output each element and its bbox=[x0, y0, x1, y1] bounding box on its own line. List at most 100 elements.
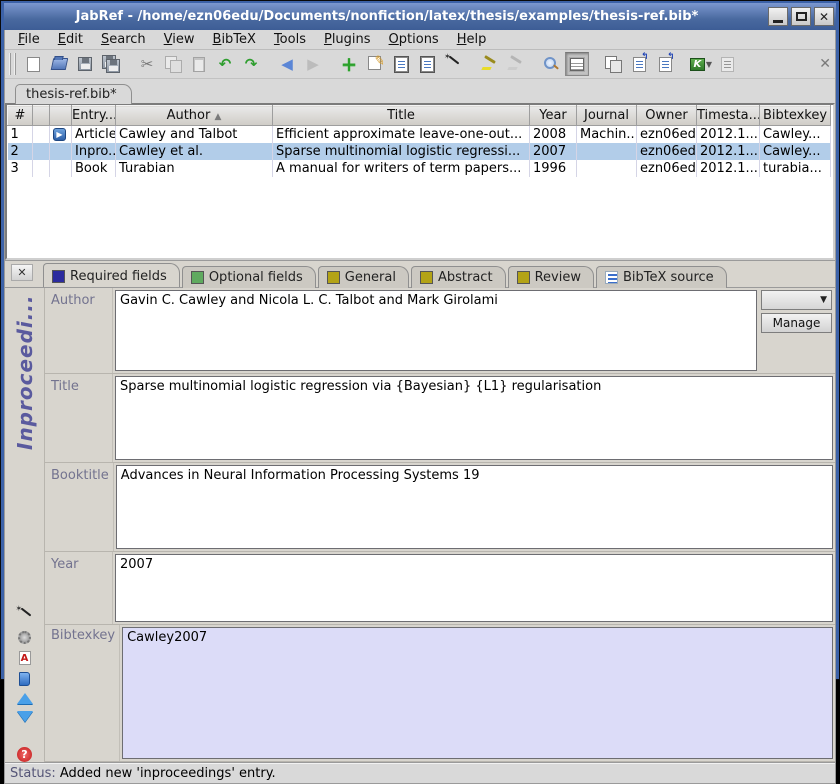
author-dropdown[interactable]: ▼ bbox=[761, 290, 832, 310]
col-title[interactable]: Title bbox=[273, 106, 530, 126]
booktitle-row: Booktitle Advances in Neural Information… bbox=[45, 463, 835, 552]
entry-table-panel[interactable]: # Entry... Author ▲ Title Year Journal O… bbox=[5, 103, 835, 260]
tab-optional-fields[interactable]: Optional fields bbox=[182, 266, 316, 288]
title-label: Title bbox=[45, 374, 113, 462]
col-timestamp[interactable]: Timesta... bbox=[697, 106, 760, 126]
edit-strings-icon[interactable] bbox=[415, 52, 439, 76]
move-down-icon[interactable] bbox=[17, 711, 33, 722]
editor-close-button[interactable]: ✕ bbox=[11, 264, 33, 281]
optional-fields-icon bbox=[191, 271, 204, 284]
col-author[interactable]: Author ▲ bbox=[116, 106, 273, 126]
undo-icon[interactable]: ↶ bbox=[213, 52, 237, 76]
menu-tools[interactable]: Tools bbox=[267, 31, 313, 48]
manage-button[interactable]: Manage bbox=[761, 313, 832, 333]
cleanup-wand-icon[interactable] bbox=[17, 608, 33, 624]
toolbar-close-icon[interactable]: ✕ bbox=[819, 56, 831, 72]
move-up-icon[interactable] bbox=[17, 693, 33, 704]
tab-abstract[interactable]: Abstract bbox=[411, 266, 506, 288]
status-bar: Status: Added new 'inproceedings' entry. bbox=[5, 763, 835, 783]
bibtex-source-icon bbox=[605, 271, 618, 284]
table-row[interactable]: 3 Book Turabian A manual for writers of … bbox=[8, 160, 831, 177]
col-entrytype[interactable]: Entry... bbox=[72, 106, 116, 126]
title-field[interactable]: Sparse multinomial logistic regression v… bbox=[115, 376, 833, 460]
menu-file[interactable]: File bbox=[11, 31, 47, 48]
minimize-icon bbox=[773, 20, 783, 23]
menu-bar: File Edit Search View BibTeX Tools Plugi… bbox=[5, 30, 835, 50]
save-database-icon[interactable] bbox=[73, 52, 97, 76]
toggle-preview-icon[interactable] bbox=[565, 52, 589, 76]
search-icon[interactable] bbox=[539, 52, 563, 76]
tab-required-fields[interactable]: Required fields bbox=[43, 263, 180, 287]
file-tab[interactable]: thesis-ref.bib* bbox=[15, 84, 132, 104]
file-tab-strip: thesis-ref.bib* bbox=[5, 79, 835, 103]
save-all-icon[interactable] bbox=[99, 52, 123, 76]
author-label: Author bbox=[45, 288, 113, 373]
settings-gear-icon[interactable] bbox=[18, 631, 31, 644]
edit-preamble-icon[interactable] bbox=[389, 52, 413, 76]
tab-review[interactable]: Review bbox=[508, 266, 594, 288]
toolbar-grip[interactable] bbox=[9, 53, 16, 75]
menu-search[interactable]: Search bbox=[94, 31, 153, 48]
year-label: Year bbox=[45, 552, 113, 624]
open-database-icon[interactable] bbox=[47, 52, 71, 76]
chevron-down-icon: ▼ bbox=[820, 295, 827, 305]
push-to-doc-2-icon[interactable]: ↰ bbox=[653, 52, 677, 76]
mark-entries-icon[interactable] bbox=[477, 52, 501, 76]
maximize-button[interactable] bbox=[791, 7, 811, 26]
year-field[interactable]: 2007 bbox=[115, 554, 833, 622]
pdf-file-icon[interactable]: A bbox=[19, 651, 31, 665]
bibtexkey-field[interactable]: Cawley2007 bbox=[122, 627, 833, 759]
back-icon[interactable]: ◀ bbox=[275, 52, 299, 76]
redo-icon[interactable]: ↷ bbox=[239, 52, 263, 76]
editor-tab-strip: ✕ Required fields Optional fields Genera… bbox=[5, 261, 835, 287]
cleanup-wand-icon[interactable] bbox=[441, 52, 465, 76]
menu-edit[interactable]: Edit bbox=[51, 31, 90, 48]
col-file[interactable] bbox=[50, 106, 72, 126]
cut-icon[interactable]: ✂ bbox=[135, 52, 159, 76]
status-message: Added new 'inproceedings' entry. bbox=[60, 766, 276, 781]
title-row: Title Sparse multinomial logistic regres… bbox=[45, 374, 835, 463]
tab-bibtex-source[interactable]: BibTeX source bbox=[596, 266, 727, 288]
col-journal[interactable]: Journal bbox=[577, 106, 637, 126]
close-icon: ✕ bbox=[819, 10, 829, 24]
unmark-entries-icon[interactable] bbox=[503, 52, 527, 76]
file-link-icon[interactable]: ▶ bbox=[53, 128, 66, 141]
tab-general[interactable]: General bbox=[318, 266, 409, 288]
new-database-icon[interactable] bbox=[21, 52, 45, 76]
menu-help[interactable]: Help bbox=[450, 31, 494, 48]
close-button[interactable]: ✕ bbox=[814, 7, 834, 26]
copy-key-icon[interactable] bbox=[601, 52, 625, 76]
required-fields-icon bbox=[52, 270, 65, 283]
menu-bibtex[interactable]: BibTeX bbox=[206, 31, 263, 48]
new-entry-icon[interactable]: + bbox=[337, 52, 361, 76]
paste-icon[interactable] bbox=[187, 52, 211, 76]
forward-icon[interactable]: ▶ bbox=[301, 52, 325, 76]
booktitle-field[interactable]: Advances in Neural Information Processin… bbox=[116, 465, 833, 549]
menu-plugins[interactable]: Plugins bbox=[317, 31, 378, 48]
col-number[interactable]: # bbox=[8, 106, 33, 126]
table-row-selected[interactable]: 2 Inpro... Cawley et al. Sparse multinom… bbox=[8, 143, 831, 160]
help-icon[interactable]: ? bbox=[17, 747, 32, 762]
col-bibtexkey[interactable]: Bibtexkey bbox=[760, 106, 831, 126]
entry-type-label: Inproceedi... bbox=[13, 294, 37, 594]
minimize-button[interactable] bbox=[768, 7, 788, 26]
open-book-icon[interactable] bbox=[19, 672, 30, 686]
col-owner[interactable]: Owner bbox=[637, 106, 697, 126]
open-file-icon[interactable] bbox=[715, 52, 739, 76]
edit-entry-icon[interactable]: ✎ bbox=[363, 52, 387, 76]
menu-view[interactable]: View bbox=[157, 31, 202, 48]
author-field[interactable]: Gavin C. Cawley and Nicola L. C. Talbot … bbox=[115, 290, 757, 371]
window-title: JabRef - /home/ezn06edu/Documents/nonfic… bbox=[6, 9, 768, 24]
booktitle-label: Booktitle bbox=[45, 463, 114, 551]
author-row: Author Gavin C. Cawley and Nicola L. C. … bbox=[45, 288, 835, 374]
push-to-lyx-icon[interactable]: K▼ bbox=[689, 52, 713, 76]
jabref-window: JabRef - /home/ezn06edu/Documents/nonfic… bbox=[0, 0, 840, 680]
push-to-doc-icon[interactable]: ↰ bbox=[627, 52, 651, 76]
col-ranking[interactable] bbox=[33, 106, 50, 126]
table-row[interactable]: 1 ▶ Article Cawley and Talbot Efficient … bbox=[8, 126, 831, 143]
col-year[interactable]: Year bbox=[530, 106, 577, 126]
menu-options[interactable]: Options bbox=[382, 31, 446, 48]
toolbar: ✂ ↶ ↷ ◀ ▶ + ✎ ↰ ↰ K▼ bbox=[5, 50, 835, 79]
title-bar[interactable]: JabRef - /home/ezn06edu/Documents/nonfic… bbox=[4, 3, 836, 30]
copy-icon[interactable] bbox=[161, 52, 185, 76]
